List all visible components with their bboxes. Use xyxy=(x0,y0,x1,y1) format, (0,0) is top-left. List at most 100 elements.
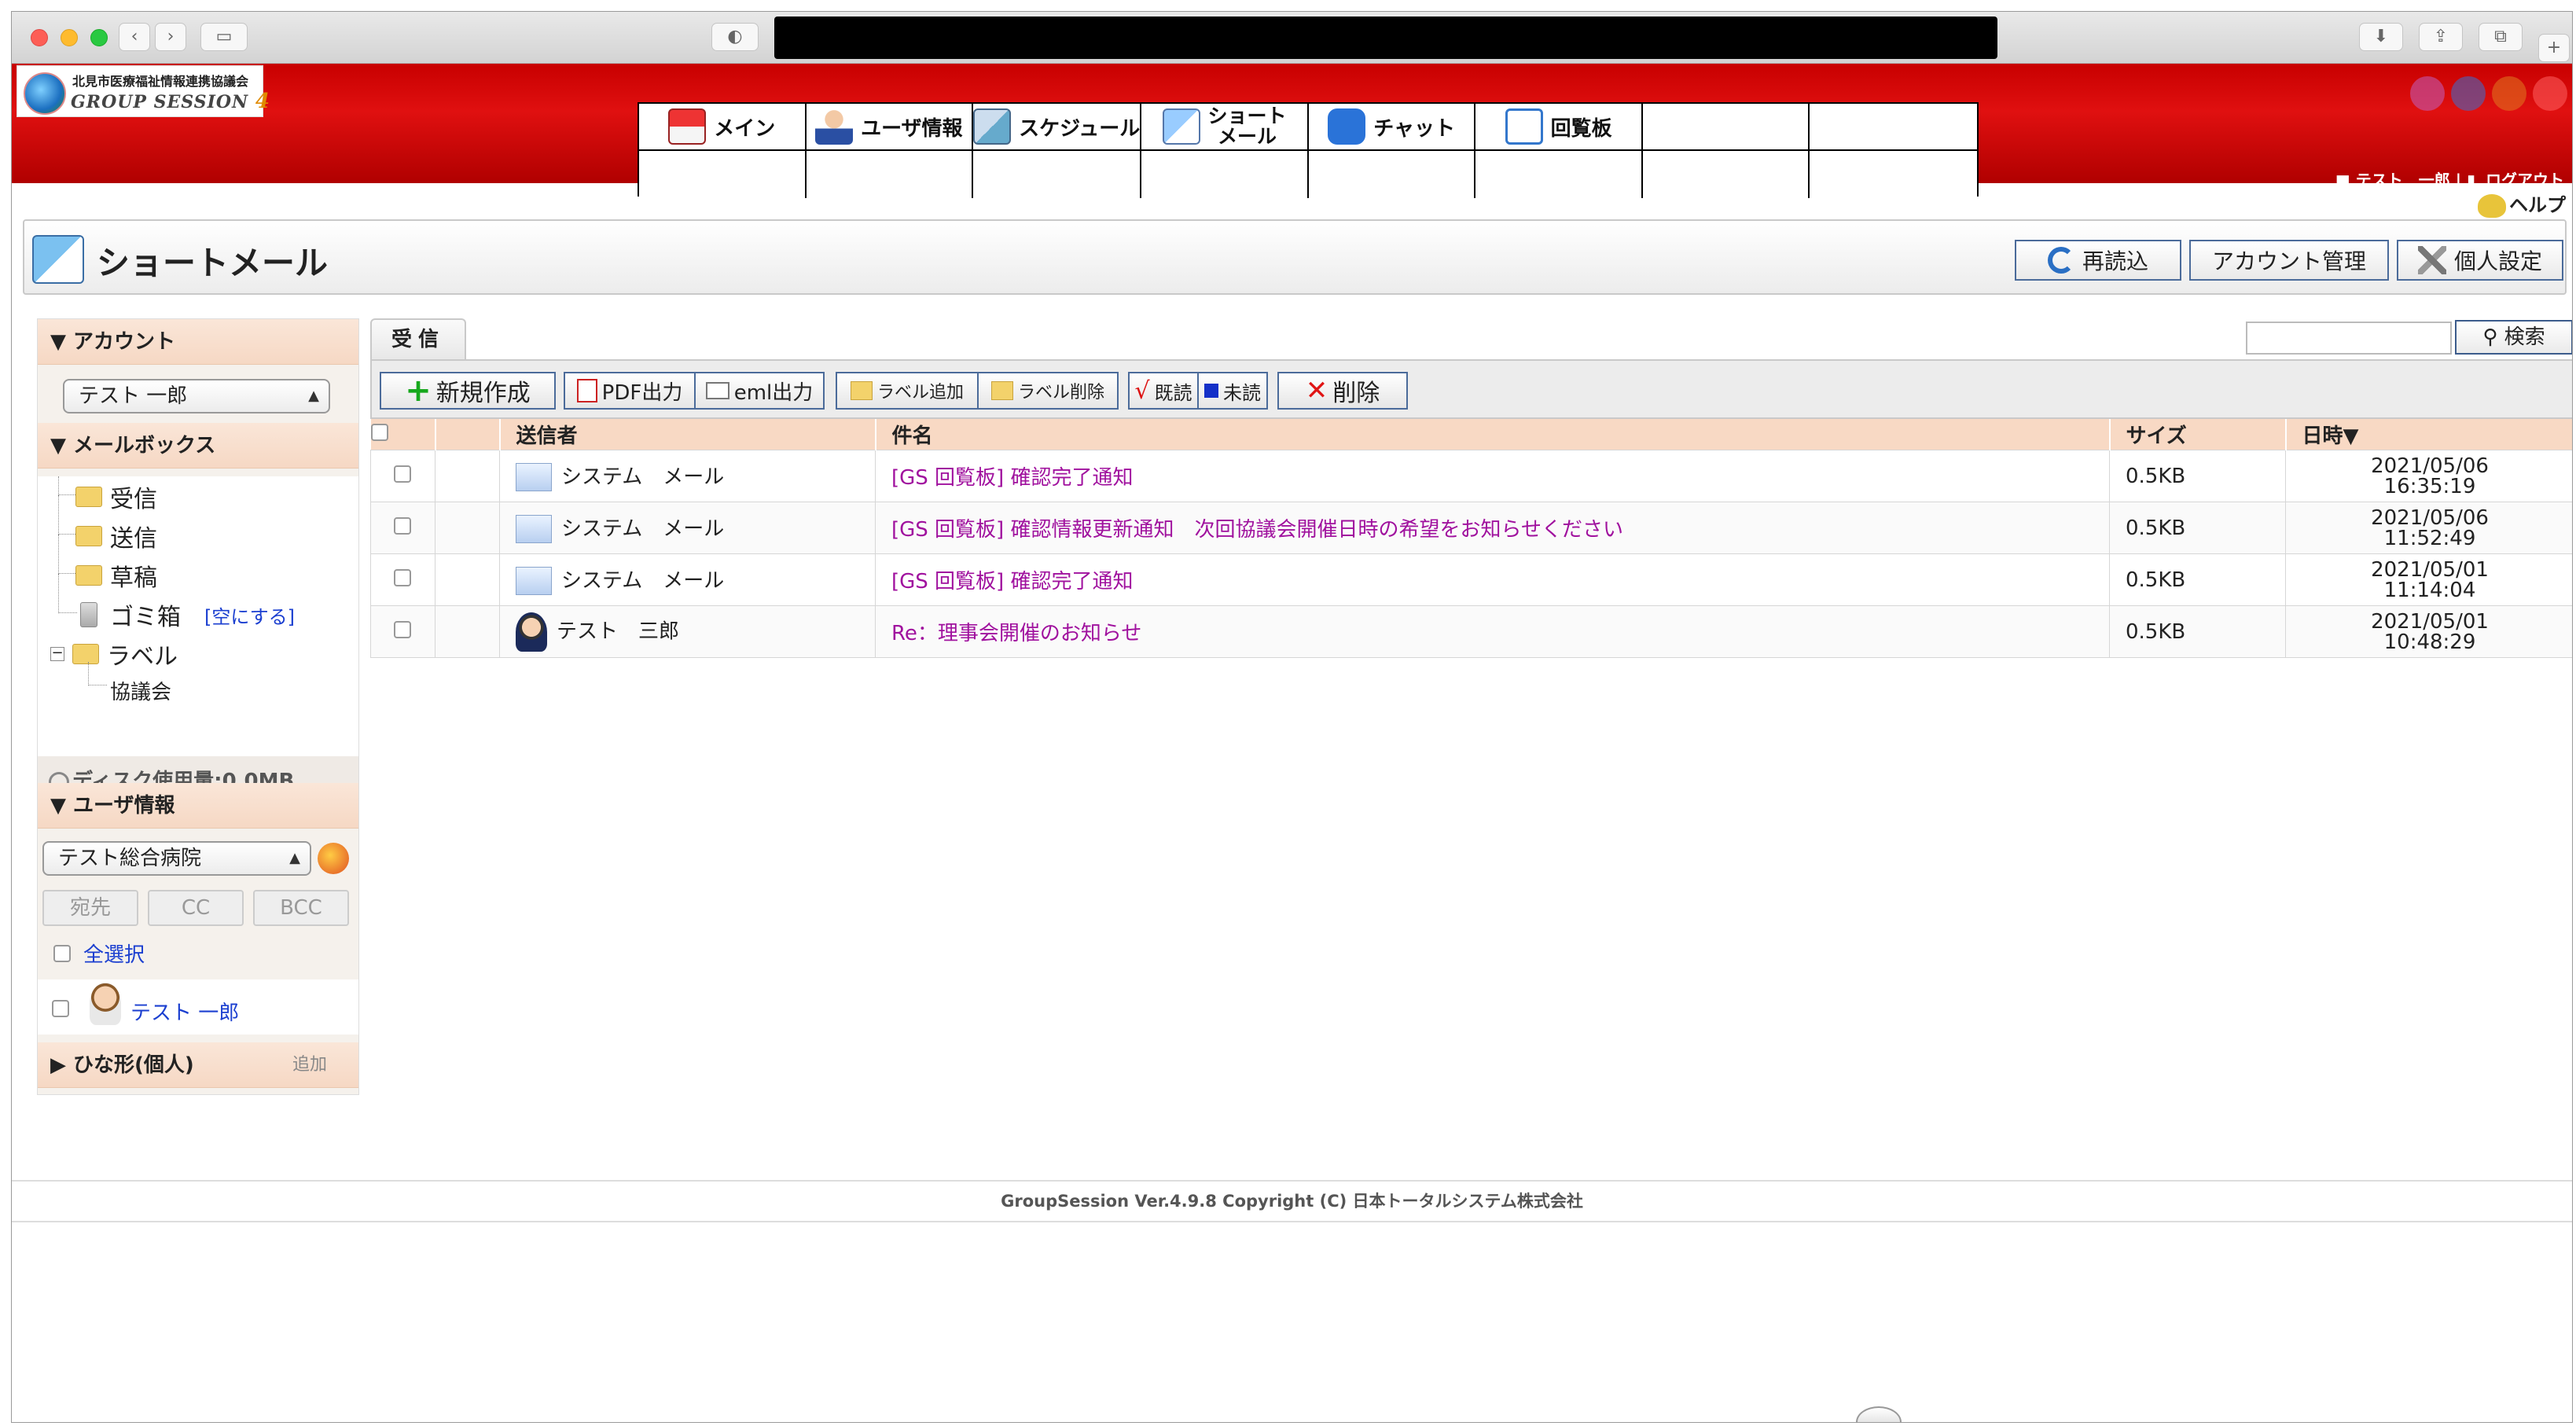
group-picker-icon[interactable] xyxy=(318,843,349,874)
home-icon[interactable] xyxy=(2492,76,2526,111)
share-icon[interactable]: ⇪ xyxy=(2419,23,2463,51)
to-tab[interactable]: 宛先 xyxy=(42,890,138,926)
scroll-knob[interactable] xyxy=(1856,1406,1902,1422)
select-all-link[interactable]: 全選択 xyxy=(83,939,145,968)
header-sender[interactable]: 送信者 xyxy=(499,419,876,450)
tabs-overview-icon[interactable]: ⧉ xyxy=(2479,23,2523,51)
row-checkbox[interactable] xyxy=(394,568,411,586)
date-cell: 2021/05/06 16:35:19 xyxy=(2285,450,2572,502)
bcc-tab[interactable]: BCC xyxy=(253,890,349,926)
mailbox-head-label: メールボックス xyxy=(73,434,216,458)
search-input[interactable] xyxy=(2246,322,2452,355)
folder-trash[interactable]: ゴミ箱 [空にする] xyxy=(75,597,295,632)
tab-inbox[interactable]: 受信 xyxy=(370,318,466,361)
menu-main[interactable]: メイン xyxy=(639,104,807,151)
user-checkbox[interactable] xyxy=(52,1000,69,1017)
label-kyogikai[interactable]: 協議会 xyxy=(110,676,171,705)
folder-draft[interactable]: 草稿 xyxy=(75,558,157,593)
close-window-button[interactable] xyxy=(31,29,48,46)
empty-trash-link[interactable]: [空にする] xyxy=(204,601,295,629)
subject-link[interactable]: Re：理事会開催のお知らせ xyxy=(875,605,2110,658)
forward-icon[interactable]: › xyxy=(155,23,186,51)
header-date[interactable]: 日時▼ xyxy=(2285,419,2572,450)
logout-link[interactable]: ログアウト xyxy=(2486,171,2564,189)
template-add-link[interactable]: 追加 xyxy=(292,1042,327,1088)
reload-button[interactable]: 再読込 xyxy=(2015,240,2181,281)
subject-link[interactable]: [GS 回覧板] 確認完了通知 xyxy=(875,450,2110,502)
select-all-mails-checkbox[interactable] xyxy=(370,423,388,441)
help-label: ヘルプ xyxy=(2509,194,2566,216)
menu-board[interactable]: 回覧板 xyxy=(1475,104,1643,151)
header-user-name[interactable]: テスト 一郎 xyxy=(2356,171,2450,189)
template-section-head[interactable]: ▶ ひな形(個人) 追加 xyxy=(38,1042,358,1088)
folder-inbox[interactable]: 受信 xyxy=(75,480,157,514)
browser-window: ‹ › ▭ ◐ ⬇ ⇪ ⧉ + 北見市医療福祉情報連携協議会 GROUP SES… xyxy=(11,11,2573,1423)
account-head-label: アカウント xyxy=(73,330,176,354)
menu-schedule[interactable]: スケジュール xyxy=(973,104,1142,151)
menu-label: チャット xyxy=(1373,116,1455,141)
back-icon[interactable]: ‹ xyxy=(119,23,150,51)
menu-chat[interactable]: チャット xyxy=(1308,104,1476,151)
tree-line xyxy=(58,476,77,495)
account-select[interactable]: テスト 一郎 ▲ xyxy=(63,379,330,413)
subject-link[interactable]: [GS 回覧板] 確認完了通知 xyxy=(875,553,2110,606)
table-row[interactable]: システム メール [GS 回覧板] 確認完了通知 0.5KB 2021/05/0… xyxy=(370,450,2572,502)
cc-tab[interactable]: CC xyxy=(148,890,244,926)
privacy-shield-icon[interactable]: ◐ xyxy=(711,23,759,51)
account-section-head[interactable]: ▼ アカウント xyxy=(38,319,358,365)
collapse-icon[interactable]: − xyxy=(50,646,64,661)
search-button[interactable]: ⚲ 検索 xyxy=(2455,320,2572,355)
personal-settings-button[interactable]: 個人設定 xyxy=(2397,240,2563,281)
label-delete-button[interactable]: ラベル削除 xyxy=(977,372,1119,410)
pdf-export-button[interactable]: PDF出力 xyxy=(564,372,696,410)
user-avatar xyxy=(90,983,121,1025)
delete-button[interactable]: ✕ 削除 xyxy=(1277,372,1408,410)
header-shortcut-icons xyxy=(2410,76,2567,111)
select-all-checkbox[interactable] xyxy=(53,944,71,962)
sender-cell: システム メール xyxy=(499,553,876,606)
table-row[interactable]: テスト 三郎 Re：理事会開催のお知らせ 0.5KB 2021/05/01 10:… xyxy=(370,605,2572,658)
mark-unread-button[interactable]: 未読 xyxy=(1197,372,1268,410)
eml-export-button[interactable]: eml出力 xyxy=(694,372,825,410)
size-cell: 0.5KB xyxy=(2109,450,2286,502)
row-status-cell xyxy=(435,502,500,554)
group-select[interactable]: テスト総合病院 ▲ xyxy=(42,841,311,876)
address-bar[interactable] xyxy=(774,17,1997,59)
download-icon[interactable]: ⬇ xyxy=(2359,23,2403,51)
user-link[interactable]: テスト 一郎 xyxy=(130,997,239,1026)
folder-sent[interactable]: 送信 xyxy=(75,519,157,553)
row-checkbox[interactable] xyxy=(394,465,411,483)
header-size[interactable]: サイズ xyxy=(2109,419,2287,450)
row-checkbox[interactable] xyxy=(394,620,411,638)
header-subject[interactable]: 件名 xyxy=(875,419,2111,450)
new-mail-button[interactable]: + 新規作成 xyxy=(380,372,556,410)
help-link[interactable]: ヘルプ xyxy=(2478,189,2566,218)
trash-icon xyxy=(80,602,97,627)
account-manage-button[interactable]: アカウント管理 xyxy=(2189,240,2389,281)
tree-line xyxy=(58,574,77,613)
table-row[interactable]: システム メール [GS 回覧板] 確認完了通知 0.5KB 2021/05/0… xyxy=(370,553,2572,606)
arrows-icon[interactable] xyxy=(2410,76,2445,111)
minimize-window-button[interactable] xyxy=(61,29,78,46)
menu-shortmail[interactable]: ショート メール xyxy=(1141,104,1309,151)
subject-link[interactable]: [GS 回覧板] 確認情報更新通知 次回協議会開催日時の希望をお知らせください xyxy=(875,502,2110,554)
row-checkbox[interactable] xyxy=(394,516,411,535)
menu-user-info[interactable]: ユーザ情報 xyxy=(806,104,974,151)
table-row[interactable]: システム メール [GS 回覧板] 確認情報更新通知 次回協議会開催日時の希望を… xyxy=(370,502,2572,554)
logo[interactable]: 北見市医療福祉情報連携協議会 GROUP SESSION 4 xyxy=(17,65,270,117)
sender-cell: システム メール xyxy=(499,450,876,502)
zoom-window-button[interactable] xyxy=(90,29,108,46)
mailbox-section-head[interactable]: ▼ メールボックス xyxy=(38,423,358,469)
folder-label-root[interactable]: − ラベル xyxy=(50,637,178,671)
label-add-button[interactable]: ラベル追加 xyxy=(836,372,979,410)
user-section-head[interactable]: ▼ ユーザ情報 xyxy=(38,783,358,829)
new-tab-icon[interactable]: + xyxy=(2538,34,2570,62)
row-checkbox-cell xyxy=(370,553,435,606)
tools-icon xyxy=(2417,246,2446,274)
power-icon[interactable] xyxy=(2533,76,2567,111)
mark-read-button[interactable]: √ 既読 xyxy=(1128,372,1199,410)
sidebar-toggle-icon[interactable]: ▭ xyxy=(200,23,248,51)
globe-icon[interactable] xyxy=(2451,76,2486,111)
globe-logo-icon xyxy=(24,72,66,115)
search-icon: ⚲ xyxy=(2482,325,2498,349)
